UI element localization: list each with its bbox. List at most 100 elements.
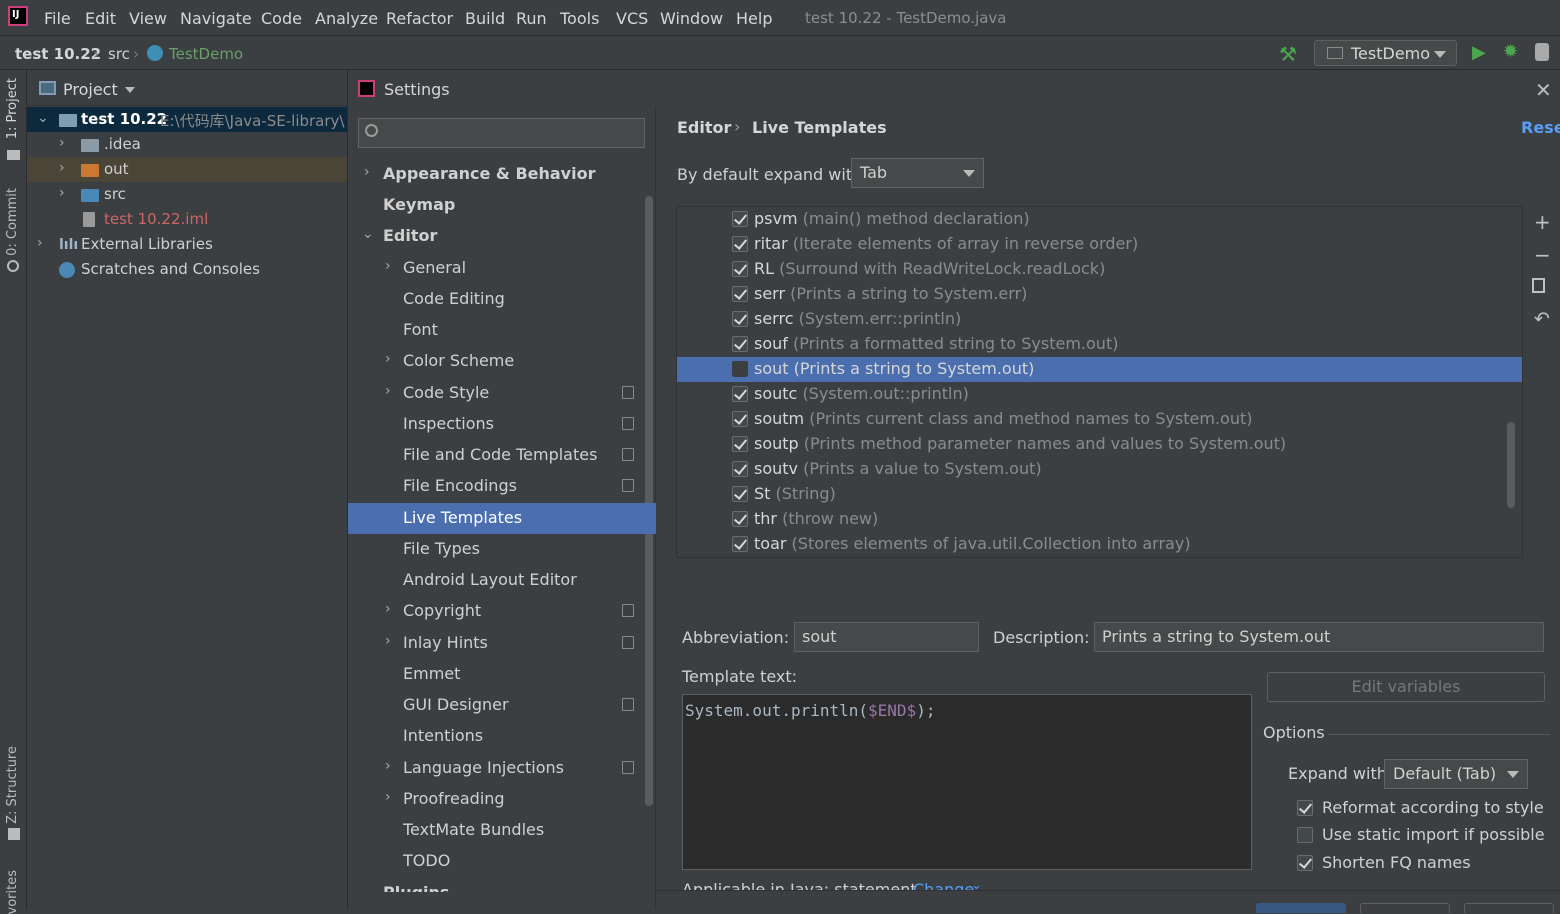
nav-plugins[interactable]: Plugins xyxy=(348,878,644,892)
chevron-right-icon[interactable]: › xyxy=(59,185,65,201)
template-enabled-checkbox[interactable] xyxy=(732,286,748,302)
nav-inspections[interactable]: Inspections xyxy=(348,409,644,440)
template-enabled-checkbox[interactable] xyxy=(732,436,748,452)
nav-editor[interactable]: ⌄ Editor xyxy=(348,221,644,252)
shorten-fq-checkbox[interactable] xyxy=(1297,855,1313,871)
nav-android-layout-editor[interactable]: Android Layout Editor xyxy=(348,565,644,596)
nav-emmet[interactable]: Emmet xyxy=(348,659,644,690)
nav-file-encodings[interactable]: File Encodings xyxy=(348,471,644,502)
menu-build[interactable]: Build xyxy=(465,9,505,28)
template-row[interactable]: soutv (Prints a value to System.out) xyxy=(677,457,1522,482)
nav-color-scheme[interactable]: › Color Scheme xyxy=(348,346,644,377)
menu-code[interactable]: Code xyxy=(261,9,302,28)
menu-window[interactable]: Window xyxy=(660,9,723,28)
static-import-checkbox[interactable] xyxy=(1297,827,1313,843)
chevron-right-icon[interactable]: › xyxy=(59,135,65,151)
apply-button[interactable] xyxy=(1464,903,1554,913)
nav-scrollbar[interactable] xyxy=(645,196,653,806)
template-text-editor[interactable]: System.out.println($END$); xyxy=(682,694,1252,870)
tree-item-src[interactable]: › src xyxy=(27,182,347,207)
menu-refactor[interactable]: Refactor xyxy=(386,9,453,28)
menu-vcs[interactable]: VCS xyxy=(616,9,648,28)
menu-navigate[interactable]: Navigate xyxy=(180,9,252,28)
template-enabled-checkbox[interactable] xyxy=(732,386,748,402)
nav-gui-designer[interactable]: GUI Designer xyxy=(348,690,644,721)
menu-help[interactable]: Help xyxy=(736,9,772,28)
template-enabled-checkbox[interactable] xyxy=(732,461,748,477)
nav-keymap[interactable]: Keymap xyxy=(348,190,644,221)
templates-scrollbar[interactable] xyxy=(1507,422,1515,508)
nav-general[interactable]: › General xyxy=(348,253,644,284)
settings-search-input[interactable] xyxy=(358,118,645,148)
tab-commit[interactable]: 0: Commit xyxy=(5,188,20,256)
tree-item-scratches[interactable]: Scratches and Consoles xyxy=(27,257,347,282)
tab-project[interactable]: 1: Project xyxy=(5,78,20,139)
template-row[interactable]: souf (Prints a formatted string to Syste… xyxy=(677,332,1522,357)
menu-run[interactable]: Run xyxy=(516,9,547,28)
nav-appearance-behavior[interactable]: › Appearance & Behavior xyxy=(348,159,644,190)
project-view-title[interactable]: Project xyxy=(63,80,118,99)
build-hammer-icon[interactable]: ⚒ xyxy=(1279,42,1297,66)
nav-code-editing[interactable]: Code Editing xyxy=(348,284,644,315)
description-input[interactable]: Prints a string to System.out xyxy=(1094,622,1544,652)
nav-font[interactable]: Font xyxy=(348,315,644,346)
add-icon[interactable]: + xyxy=(1534,210,1551,234)
tree-item-root[interactable]: ⌄ test 10.22 E:\代码库\Java-SE-library\t xyxy=(27,107,347,132)
coverage-icon[interactable] xyxy=(1535,43,1549,61)
nav-textmate-bundles[interactable]: TextMate Bundles xyxy=(348,815,644,846)
template-row[interactable]: psvm (main() method declaration) xyxy=(677,207,1522,232)
nav-file-code-templates[interactable]: File and Code Templates xyxy=(348,440,644,471)
tab-structure[interactable]: Z: Structure xyxy=(5,746,20,824)
template-enabled-checkbox[interactable] xyxy=(732,211,748,227)
breadcrumb-src[interactable]: src xyxy=(108,45,130,63)
nav-inlay-hints[interactable]: › Inlay Hints xyxy=(348,628,644,659)
ok-button[interactable] xyxy=(1256,903,1346,913)
breadcrumb-project[interactable]: test 10.22 xyxy=(15,45,101,63)
nav-intentions[interactable]: Intentions xyxy=(348,721,644,752)
run-config-selector[interactable]: TestDemo xyxy=(1314,40,1457,66)
template-row[interactable]: toar (Stores elements of java.util.Colle… xyxy=(677,532,1522,557)
chevron-right-icon[interactable]: › xyxy=(59,160,65,176)
debug-bug-icon[interactable]: ✹ xyxy=(1503,41,1518,62)
breadcrumb-editor[interactable]: Editor xyxy=(677,118,731,137)
edit-variables-button[interactable]: Edit variables xyxy=(1267,672,1545,702)
tree-item-iml[interactable]: test 10.22.iml xyxy=(27,207,347,232)
template-row[interactable]: serr (Prints a string to System.err) xyxy=(677,282,1522,307)
breadcrumb-testdemo[interactable]: TestDemo xyxy=(169,45,243,63)
nav-live-templates[interactable]: Live Templates xyxy=(348,503,656,534)
tab-favorites[interactable]: vorites xyxy=(5,870,20,914)
default-expand-select[interactable]: Tab xyxy=(851,158,984,188)
tree-item-out[interactable]: › out xyxy=(27,157,347,182)
nav-code-style[interactable]: › Code Style xyxy=(348,378,644,409)
nav-copyright[interactable]: › Copyright xyxy=(348,596,644,627)
template-enabled-checkbox[interactable] xyxy=(732,336,748,352)
template-row[interactable]: soutc (System.out::println) xyxy=(677,382,1522,407)
menu-edit[interactable]: Edit xyxy=(85,9,116,28)
template-enabled-checkbox[interactable] xyxy=(732,311,748,327)
template-enabled-checkbox[interactable] xyxy=(732,486,748,502)
menu-analyze[interactable]: Analyze xyxy=(315,9,378,28)
template-row[interactable]: ritar (Iterate elements of array in reve… xyxy=(677,232,1522,257)
nav-file-types[interactable]: File Types xyxy=(348,534,644,565)
template-row[interactable]: St (String) xyxy=(677,482,1522,507)
template-row[interactable]: sout (Prints a string to System.out) xyxy=(677,357,1522,382)
template-row[interactable]: serrc (System.err::println) xyxy=(677,307,1522,332)
nav-proofreading[interactable]: › Proofreading xyxy=(348,784,644,815)
nav-language-injections[interactable]: › Language Injections xyxy=(348,753,644,784)
template-row[interactable]: soutm (Prints current class and method n… xyxy=(677,407,1522,432)
copy-icon[interactable] xyxy=(1532,278,1545,293)
tree-item-idea[interactable]: › .idea xyxy=(27,132,347,157)
template-enabled-checkbox[interactable] xyxy=(732,236,748,252)
template-row[interactable]: soutp (Prints method parameter names and… xyxy=(677,432,1522,457)
run-icon[interactable]: ▶ xyxy=(1472,42,1486,63)
tree-item-external-libraries[interactable]: › lılı External Libraries xyxy=(27,232,347,257)
reset-link[interactable]: Reset xyxy=(1521,118,1560,137)
template-enabled-checkbox[interactable] xyxy=(732,261,748,277)
menu-tools[interactable]: Tools xyxy=(560,9,599,28)
close-icon[interactable]: ✕ xyxy=(1535,78,1552,102)
template-enabled-checkbox[interactable] xyxy=(732,361,748,377)
expand-with-select[interactable]: Default (Tab) xyxy=(1384,759,1528,789)
chevron-right-icon[interactable]: › xyxy=(37,235,43,251)
template-row[interactable]: RL (Surround with ReadWriteLock.readLock… xyxy=(677,257,1522,282)
template-row[interactable]: thr (throw new) xyxy=(677,507,1522,532)
